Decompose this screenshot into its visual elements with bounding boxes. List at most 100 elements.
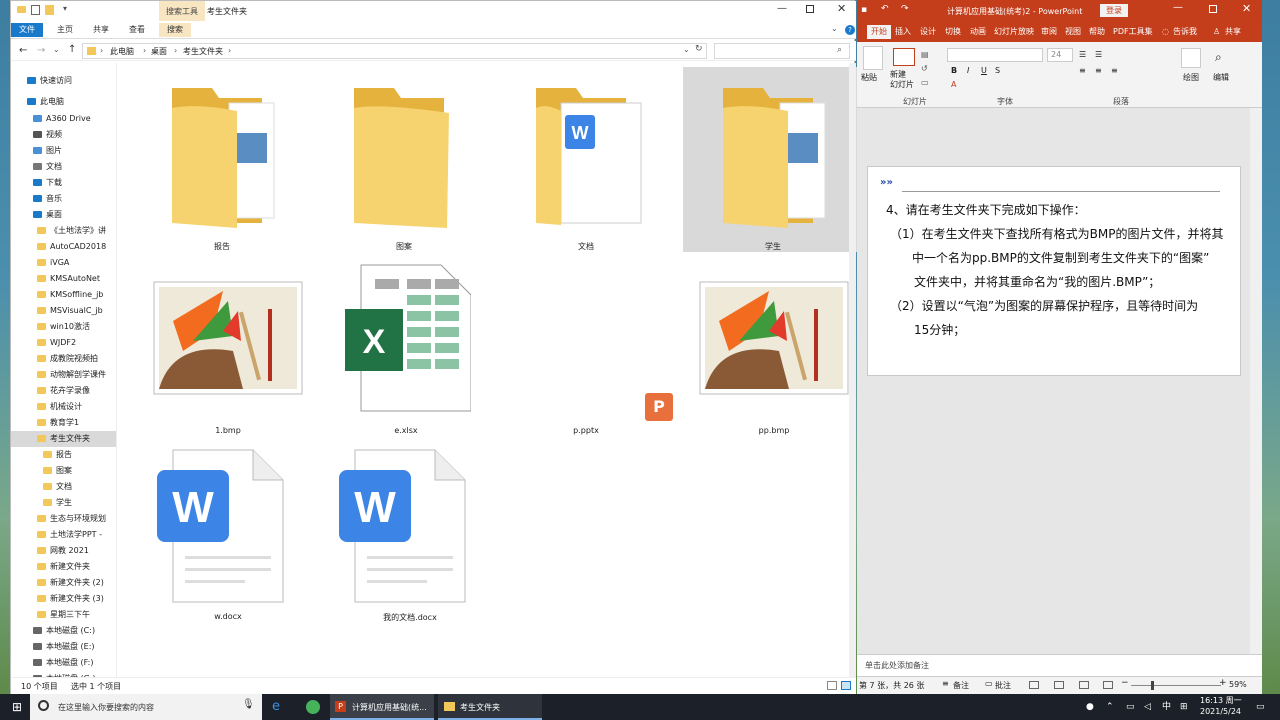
maximize-button[interactable] bbox=[1209, 5, 1217, 13]
bullets-button[interactable]: ☰ bbox=[1079, 50, 1086, 59]
properties-icon[interactable] bbox=[31, 5, 40, 15]
breadcrumb-current[interactable]: 考生文件夹 bbox=[183, 46, 223, 57]
file-item-folder[interactable]: 图案 bbox=[339, 73, 469, 253]
tab-insert[interactable]: 插入 bbox=[895, 25, 911, 39]
current-slide[interactable]: »» 4、请在考生文件夹下完成如下操作： （1）在考生文件夹下查找所有格式为BM… bbox=[867, 166, 1241, 376]
normal-view-icon[interactable] bbox=[1029, 681, 1039, 689]
refresh-icon[interactable]: ↻ bbox=[695, 44, 703, 54]
nav-item[interactable]: 文档 bbox=[11, 159, 116, 175]
nav-item[interactable]: 新建文件夹 (3) bbox=[11, 591, 116, 607]
slideshow-icon[interactable] bbox=[1103, 681, 1113, 689]
nav-item[interactable]: 图片 bbox=[11, 143, 116, 159]
nav-item[interactable]: win10激活 bbox=[11, 319, 116, 335]
notification-icon[interactable]: ▭ bbox=[1256, 694, 1265, 720]
nav-item[interactable]: 快速访问 bbox=[11, 73, 116, 89]
maximize-button[interactable] bbox=[806, 5, 814, 13]
tab-transitions[interactable]: 切换 bbox=[945, 25, 961, 39]
nav-item[interactable]: 花卉学录像 bbox=[11, 383, 116, 399]
nav-item[interactable]: 本地磁盘 (C:) bbox=[11, 623, 116, 639]
nav-item[interactable]: 星期三下午 bbox=[11, 607, 116, 623]
nav-item[interactable]: 考生文件夹 bbox=[11, 431, 116, 447]
tell-me-box[interactable]: 告诉我 bbox=[1173, 25, 1197, 39]
new-slide-label[interactable]: 新建 幻灯片 bbox=[890, 70, 914, 90]
nav-item[interactable]: 《土地法学》讲 bbox=[11, 223, 116, 239]
nav-item[interactable]: 成教院视频拍 bbox=[11, 351, 116, 367]
paste-icon[interactable] bbox=[863, 46, 883, 70]
drawing-label[interactable]: 绘图 bbox=[1183, 72, 1199, 83]
tab-animations[interactable]: 动画 bbox=[970, 25, 986, 39]
close-button[interactable]: ✕ bbox=[1242, 2, 1251, 15]
address-field[interactable]: › 此电脑 › 桌面 › 考生文件夹 › ⌄ ↻ bbox=[82, 43, 707, 59]
section-icon[interactable]: ▭ bbox=[921, 78, 929, 87]
nav-item[interactable]: 音乐 bbox=[11, 191, 116, 207]
nav-item[interactable]: 此电脑 bbox=[11, 94, 116, 110]
taskbar-search-input[interactable]: 在这里输入你要搜索的内容 bbox=[58, 702, 154, 713]
minimize-button[interactable]: — bbox=[777, 3, 787, 14]
tab-file[interactable]: 文件 bbox=[11, 23, 43, 37]
file-item-folder[interactable]: 报告 bbox=[157, 73, 287, 253]
ribbon-expand-icon[interactable]: ⌄ bbox=[831, 24, 838, 33]
comments-icon[interactable]: ▭ bbox=[985, 679, 993, 688]
comments-button[interactable]: 批注 bbox=[995, 680, 1011, 691]
nav-item[interactable]: 机械设计 bbox=[11, 399, 116, 415]
network-icon[interactable]: ▭ bbox=[1126, 694, 1135, 720]
nav-item[interactable]: 网教 2021 bbox=[11, 543, 116, 559]
vertical-scrollbar[interactable] bbox=[1250, 108, 1262, 654]
nav-item[interactable]: 土地法学PPT - bbox=[11, 527, 116, 543]
font-color-button[interactable]: A bbox=[951, 80, 956, 89]
taskbar-search-box[interactable]: 在这里输入你要搜索的内容 🎙 bbox=[30, 694, 262, 720]
nav-item[interactable]: WJDF2 bbox=[11, 335, 116, 351]
nav-item[interactable]: A360 Drive bbox=[11, 111, 116, 127]
quick-access-dropdown-icon[interactable]: ▾ bbox=[63, 4, 67, 13]
font-size-select[interactable]: 24 bbox=[1047, 48, 1073, 62]
notes-button[interactable]: 备注 bbox=[953, 680, 969, 691]
nav-item[interactable]: iVGA bbox=[11, 255, 116, 271]
reset-icon[interactable]: ↺ bbox=[921, 64, 928, 73]
clock-time[interactable]: 16:13 周一 bbox=[1200, 696, 1242, 706]
microphone-icon[interactable]: 🎙 bbox=[242, 699, 255, 710]
breadcrumb-desktop[interactable]: 桌面 bbox=[151, 46, 167, 57]
nav-item[interactable]: KMSAutoNet bbox=[11, 271, 116, 287]
ime-indicator[interactable]: 中 bbox=[1162, 694, 1171, 720]
layout-icon[interactable]: ▤ bbox=[921, 50, 929, 59]
nav-item[interactable]: 学生 bbox=[11, 495, 116, 511]
nav-item[interactable]: AutoCAD2018 bbox=[11, 239, 116, 255]
nav-item[interactable]: 下载 bbox=[11, 175, 116, 191]
start-button[interactable]: ⊞ bbox=[12, 694, 22, 720]
nav-item[interactable]: 桌面 bbox=[11, 207, 116, 223]
tab-pdf-tools[interactable]: PDF工具集 bbox=[1113, 25, 1153, 39]
file-item-bmp[interactable]: 1.bmp bbox=[153, 281, 303, 436]
new-slide-icon[interactable] bbox=[893, 48, 915, 66]
recent-dropdown-icon[interactable]: ⌄ bbox=[53, 45, 60, 54]
align-left-button[interactable]: ≡ bbox=[1079, 66, 1086, 75]
file-item-xlsx[interactable]: X e.xlsx bbox=[341, 263, 472, 435]
file-item-folder[interactable]: W 文档 bbox=[521, 73, 651, 253]
tab-help[interactable]: 帮助 bbox=[1089, 25, 1105, 39]
nav-item[interactable]: 动物解剖学课件 bbox=[11, 367, 116, 383]
align-center-button[interactable]: ≡ bbox=[1095, 66, 1102, 75]
nav-item[interactable]: 文档 bbox=[11, 479, 116, 495]
slide-sorter-icon[interactable] bbox=[1054, 681, 1064, 689]
find-icon[interactable]: ⌕ bbox=[1215, 50, 1222, 65]
drawing-icon[interactable] bbox=[1181, 48, 1201, 68]
ime-mode-icon[interactable]: ⊞ bbox=[1180, 694, 1188, 720]
nav-item[interactable]: 教育学1 bbox=[11, 415, 116, 431]
undo-icon[interactable]: ↶ bbox=[881, 4, 889, 14]
details-view-icon[interactable] bbox=[827, 681, 837, 690]
editing-label[interactable]: 编辑 bbox=[1213, 72, 1229, 83]
file-item-bmp[interactable]: pp.bmp bbox=[699, 281, 849, 436]
nav-item[interactable]: 生态与环境规划 bbox=[11, 511, 116, 527]
nav-item[interactable]: 视频 bbox=[11, 127, 116, 143]
numbering-button[interactable]: ☰ bbox=[1095, 50, 1102, 59]
tab-view[interactable]: 视图 bbox=[1065, 25, 1081, 39]
close-button[interactable]: ✕ bbox=[837, 2, 846, 15]
up-arrow-icon[interactable]: ↑ bbox=[68, 44, 76, 55]
zoom-level[interactable]: 59% bbox=[1229, 680, 1247, 689]
back-arrow-icon[interactable]: ← bbox=[19, 45, 27, 56]
minimize-button[interactable]: — bbox=[1173, 2, 1183, 13]
address-dropdown-icon[interactable]: ⌄ bbox=[683, 45, 690, 54]
share-button[interactable]: 共享 bbox=[1225, 25, 1241, 39]
app-icon[interactable] bbox=[306, 700, 320, 714]
nav-item[interactable]: 图案 bbox=[11, 463, 116, 479]
zoom-in-button[interactable]: + bbox=[1219, 678, 1227, 688]
